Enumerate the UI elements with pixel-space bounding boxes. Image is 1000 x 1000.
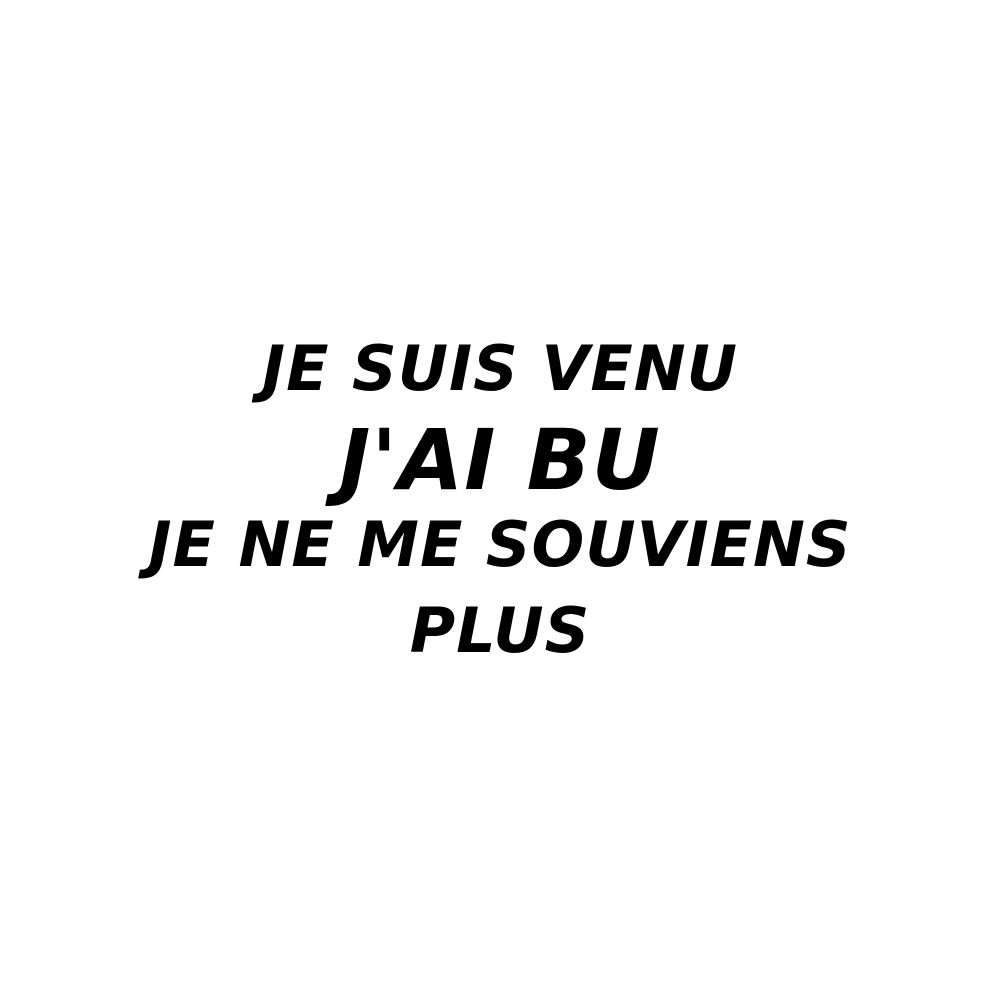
text-line-4: PLUS [409, 594, 591, 667]
text-graphic: JE SUIS VENU J'AI BU JE NE ME SOUVIENS P… [0, 0, 1000, 1000]
text-line-2: J'AI BU [339, 411, 661, 509]
text-line-3: JE NE ME SOUVIENS [148, 508, 852, 581]
text-line-1: JE SUIS VENU [262, 332, 738, 405]
